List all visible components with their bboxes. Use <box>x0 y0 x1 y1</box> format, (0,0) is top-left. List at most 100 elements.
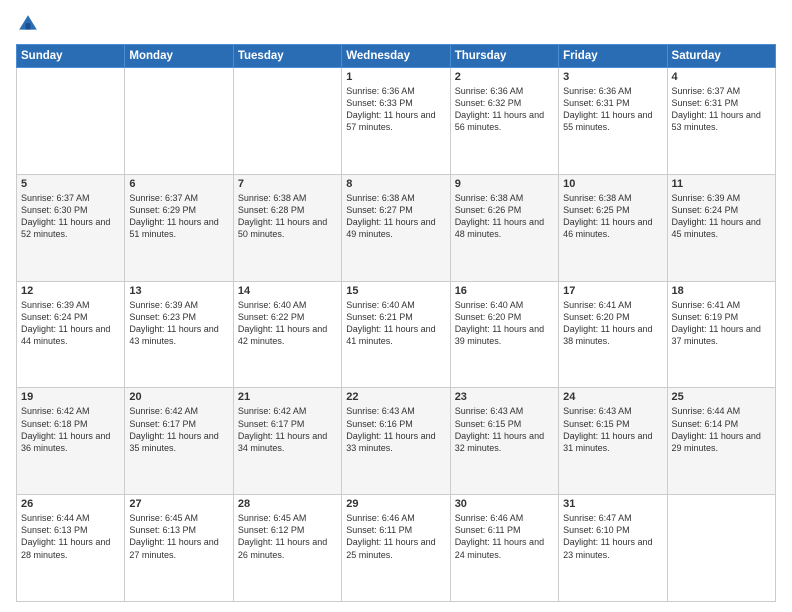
day-cell: 28 Sunrise: 6:45 AMSunset: 6:12 PMDayligh… <box>233 495 341 602</box>
day-info: Sunrise: 6:40 AMSunset: 6:21 PMDaylight:… <box>346 299 445 348</box>
day-info: Sunrise: 6:45 AMSunset: 6:13 PMDaylight:… <box>129 512 228 561</box>
day-cell: 29 Sunrise: 6:46 AMSunset: 6:11 PMDayligh… <box>342 495 450 602</box>
day-number: 7 <box>238 178 337 190</box>
day-info: Sunrise: 6:44 AMSunset: 6:14 PMDaylight:… <box>672 405 771 454</box>
week-row-4: 26 Sunrise: 6:44 AMSunset: 6:13 PMDayligh… <box>17 495 776 602</box>
day-cell <box>667 495 775 602</box>
col-header-friday: Friday <box>559 45 667 68</box>
day-number: 6 <box>129 178 228 190</box>
day-info: Sunrise: 6:46 AMSunset: 6:11 PMDaylight:… <box>455 512 554 561</box>
day-cell: 16 Sunrise: 6:40 AMSunset: 6:20 PMDayligh… <box>450 281 558 388</box>
day-cell <box>125 68 233 175</box>
day-cell <box>233 68 341 175</box>
day-number: 26 <box>21 498 120 510</box>
day-cell: 13 Sunrise: 6:39 AMSunset: 6:23 PMDayligh… <box>125 281 233 388</box>
day-info: Sunrise: 6:37 AMSunset: 6:31 PMDaylight:… <box>672 85 771 134</box>
day-info: Sunrise: 6:41 AMSunset: 6:19 PMDaylight:… <box>672 299 771 348</box>
day-cell: 5Sunrise: 6:37 AMSunset: 6:30 PMDaylight… <box>17 174 125 281</box>
day-info: Sunrise: 6:42 AMSunset: 6:17 PMDaylight:… <box>238 405 337 454</box>
day-number: 28 <box>238 498 337 510</box>
day-cell: 9 Sunrise: 6:38 AMSunset: 6:26 PMDaylight… <box>450 174 558 281</box>
day-info: Sunrise: 6:43 AMSunset: 6:15 PMDaylight:… <box>563 405 662 454</box>
day-cell: 24Sunrise: 6:43 AMSunset: 6:15 PMDayligh… <box>559 388 667 495</box>
week-row-0: 1 Sunrise: 6:36 AMSunset: 6:33 PMDaylight… <box>17 68 776 175</box>
day-number: 20 <box>129 391 228 403</box>
day-number: 1 <box>346 71 445 83</box>
day-info: Sunrise: 6:37 AMSunset: 6:29 PMDaylight:… <box>129 192 228 241</box>
week-row-1: 5Sunrise: 6:37 AMSunset: 6:30 PMDaylight… <box>17 174 776 281</box>
day-number: 22 <box>346 391 445 403</box>
day-info: Sunrise: 6:37 AMSunset: 6:30 PMDaylight:… <box>21 192 120 241</box>
day-info: Sunrise: 6:39 AMSunset: 6:24 PMDaylight:… <box>672 192 771 241</box>
day-cell: 15 Sunrise: 6:40 AMSunset: 6:21 PMDayligh… <box>342 281 450 388</box>
day-cell: 27 Sunrise: 6:45 AMSunset: 6:13 PMDayligh… <box>125 495 233 602</box>
day-number: 27 <box>129 498 228 510</box>
day-cell: 30 Sunrise: 6:46 AMSunset: 6:11 PMDayligh… <box>450 495 558 602</box>
day-cell: 4 Sunrise: 6:37 AMSunset: 6:31 PMDaylight… <box>667 68 775 175</box>
day-cell: 21 Sunrise: 6:42 AMSunset: 6:17 PMDayligh… <box>233 388 341 495</box>
day-number: 3 <box>563 71 662 83</box>
day-info: Sunrise: 6:38 AMSunset: 6:25 PMDaylight:… <box>563 192 662 241</box>
col-header-saturday: Saturday <box>667 45 775 68</box>
day-cell: 25 Sunrise: 6:44 AMSunset: 6:14 PMDayligh… <box>667 388 775 495</box>
day-info: Sunrise: 6:40 AMSunset: 6:20 PMDaylight:… <box>455 299 554 348</box>
col-header-wednesday: Wednesday <box>342 45 450 68</box>
day-info: Sunrise: 6:43 AMSunset: 6:16 PMDaylight:… <box>346 405 445 454</box>
day-number: 29 <box>346 498 445 510</box>
page: SundayMondayTuesdayWednesdayThursdayFrid… <box>0 0 792 612</box>
day-number: 10 <box>563 178 662 190</box>
day-info: Sunrise: 6:42 AMSunset: 6:18 PMDaylight:… <box>21 405 120 454</box>
day-number: 4 <box>672 71 771 83</box>
day-info: Sunrise: 6:40 AMSunset: 6:22 PMDaylight:… <box>238 299 337 348</box>
day-number: 30 <box>455 498 554 510</box>
day-number: 23 <box>455 391 554 403</box>
day-info: Sunrise: 6:36 AMSunset: 6:31 PMDaylight:… <box>563 85 662 134</box>
logo <box>16 12 44 36</box>
day-cell: 17Sunrise: 6:41 AMSunset: 6:20 PMDayligh… <box>559 281 667 388</box>
day-number: 2 <box>455 71 554 83</box>
day-number: 31 <box>563 498 662 510</box>
day-info: Sunrise: 6:46 AMSunset: 6:11 PMDaylight:… <box>346 512 445 561</box>
day-number: 17 <box>563 285 662 297</box>
day-info: Sunrise: 6:38 AMSunset: 6:28 PMDaylight:… <box>238 192 337 241</box>
day-cell: 3 Sunrise: 6:36 AMSunset: 6:31 PMDaylight… <box>559 68 667 175</box>
day-info: Sunrise: 6:39 AMSunset: 6:23 PMDaylight:… <box>129 299 228 348</box>
day-cell: 11Sunrise: 6:39 AMSunset: 6:24 PMDayligh… <box>667 174 775 281</box>
day-info: Sunrise: 6:45 AMSunset: 6:12 PMDaylight:… <box>238 512 337 561</box>
day-cell: 7 Sunrise: 6:38 AMSunset: 6:28 PMDaylight… <box>233 174 341 281</box>
col-header-monday: Monday <box>125 45 233 68</box>
col-header-tuesday: Tuesday <box>233 45 341 68</box>
calendar-table: SundayMondayTuesdayWednesdayThursdayFrid… <box>16 44 776 602</box>
day-cell: 20Sunrise: 6:42 AMSunset: 6:17 PMDayligh… <box>125 388 233 495</box>
header <box>16 12 776 36</box>
day-info: Sunrise: 6:39 AMSunset: 6:24 PMDaylight:… <box>21 299 120 348</box>
day-info: Sunrise: 6:36 AMSunset: 6:32 PMDaylight:… <box>455 85 554 134</box>
day-number: 16 <box>455 285 554 297</box>
day-cell: 8Sunrise: 6:38 AMSunset: 6:27 PMDaylight… <box>342 174 450 281</box>
day-cell: 22 Sunrise: 6:43 AMSunset: 6:16 PMDayligh… <box>342 388 450 495</box>
day-info: Sunrise: 6:44 AMSunset: 6:13 PMDaylight:… <box>21 512 120 561</box>
day-cell: 2 Sunrise: 6:36 AMSunset: 6:32 PMDaylight… <box>450 68 558 175</box>
day-number: 25 <box>672 391 771 403</box>
day-cell: 1 Sunrise: 6:36 AMSunset: 6:33 PMDaylight… <box>342 68 450 175</box>
logo-icon <box>16 12 40 36</box>
day-number: 9 <box>455 178 554 190</box>
day-cell <box>17 68 125 175</box>
day-cell: 6 Sunrise: 6:37 AMSunset: 6:29 PMDaylight… <box>125 174 233 281</box>
day-info: Sunrise: 6:36 AMSunset: 6:33 PMDaylight:… <box>346 85 445 134</box>
day-cell: 12Sunrise: 6:39 AMSunset: 6:24 PMDayligh… <box>17 281 125 388</box>
day-info: Sunrise: 6:38 AMSunset: 6:26 PMDaylight:… <box>455 192 554 241</box>
day-cell: 10 Sunrise: 6:38 AMSunset: 6:25 PMDayligh… <box>559 174 667 281</box>
day-number: 21 <box>238 391 337 403</box>
day-info: Sunrise: 6:43 AMSunset: 6:15 PMDaylight:… <box>455 405 554 454</box>
day-info: Sunrise: 6:47 AMSunset: 6:10 PMDaylight:… <box>563 512 662 561</box>
col-header-sunday: Sunday <box>17 45 125 68</box>
day-number: 13 <box>129 285 228 297</box>
day-cell: 23 Sunrise: 6:43 AMSunset: 6:15 PMDayligh… <box>450 388 558 495</box>
day-number: 18 <box>672 285 771 297</box>
day-cell: 14 Sunrise: 6:40 AMSunset: 6:22 PMDayligh… <box>233 281 341 388</box>
day-number: 15 <box>346 285 445 297</box>
header-row: SundayMondayTuesdayWednesdayThursdayFrid… <box>17 45 776 68</box>
day-number: 14 <box>238 285 337 297</box>
day-cell: 18 Sunrise: 6:41 AMSunset: 6:19 PMDayligh… <box>667 281 775 388</box>
